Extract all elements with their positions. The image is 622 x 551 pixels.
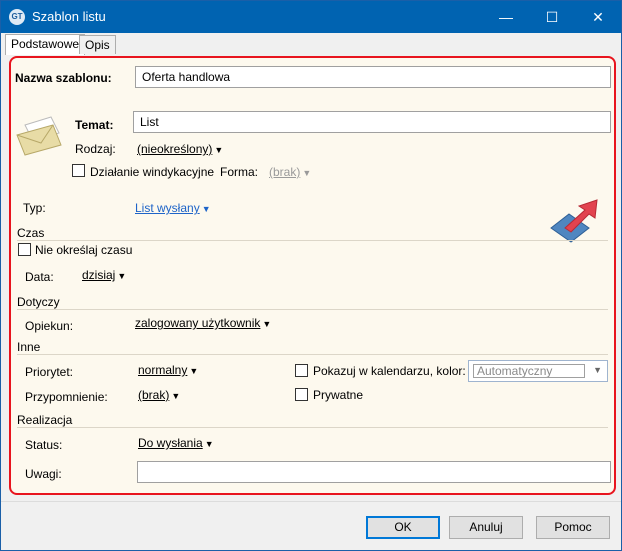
rodzaj-value: (nieokreślony) [137,142,213,156]
dialog-window: GT Szablon listu — ☐ ✕ Podstawowe Opis N… [0,0,622,551]
prywatne-label: Prywatne [313,388,364,402]
tab-podstawowe[interactable]: Podstawowe [5,34,86,55]
dropdown-arrow-icon: ▼ [117,271,127,281]
form-panel: Nazwa szablonu: Oferta handlowa Temat: L… [9,56,616,495]
typ-value: List wysłany [135,201,200,215]
status-label: Status: [25,438,63,452]
send-arrow-icon [550,199,598,243]
prywatne-checkbox[interactable] [295,388,308,401]
divider [17,427,608,428]
kolor-value: Automatyczny [473,364,585,378]
przypomnienie-value: (brak) [138,388,170,402]
przypomnienie-dropdown[interactable]: (brak) ▼ [138,388,180,402]
priorytet-value: normalny [138,363,188,377]
data-label: Data: [25,270,54,284]
priorytet-label: Priorytet: [25,365,74,379]
uwagi-input[interactable] [137,461,611,483]
inne-section-label: Inne [17,340,41,354]
typ-dropdown[interactable]: List wysłany ▼ [135,201,211,215]
dropdown-arrow-icon: ▼ [189,366,199,376]
rodzaj-dropdown[interactable]: (nieokreślony) ▼ [137,142,223,156]
nie-okreslaj-checkbox[interactable] [18,243,31,256]
data-value: dzisiaj [82,268,116,282]
status-value: Do wysłania [138,436,203,450]
kolor-select[interactable]: Automatyczny ▼ [468,360,608,382]
typ-label: Typ: [23,201,46,215]
maximize-button[interactable]: ☐ [529,1,575,33]
forma-label: Forma: [220,165,259,179]
divider [17,354,608,355]
nie-okreslaj-label: Nie określaj czasu [35,243,133,257]
close-button[interactable]: ✕ [575,1,621,33]
divider [1,501,621,502]
dropdown-arrow-icon: ▼ [204,439,214,449]
cancel-button[interactable]: Anuluj [449,516,523,539]
realizacja-section-label: Realizacja [17,413,73,427]
priorytet-dropdown[interactable]: normalny ▼ [138,363,198,377]
tab-opis[interactable]: Opis [79,35,116,54]
divider [17,309,608,310]
data-dropdown[interactable]: dzisiaj ▼ [82,268,126,282]
dotyczy-section-label: Dotyczy [17,295,60,309]
temat-label: Temat: [75,118,114,132]
chevron-down-icon: ▼ [593,365,602,375]
opiekun-label: Opiekun: [25,319,74,333]
windykacja-label: Działanie windykacyjne [90,165,215,179]
help-button[interactable]: Pomoc [536,516,610,539]
czas-section-label: Czas [17,226,45,240]
windykacja-checkbox[interactable] [72,164,85,177]
temat-input[interactable]: List [133,111,611,133]
nazwa-label: Nazwa szablonu: [15,71,112,85]
envelope-icon [16,116,62,156]
uwagi-label: Uwagi: [25,467,62,481]
dropdown-arrow-icon: ▼ [201,204,211,214]
kalendarz-checkbox[interactable] [295,364,308,377]
title-bar: GT Szablon listu — ☐ ✕ [1,1,621,33]
window-title: Szablon listu [32,9,106,24]
przypomnienie-label: Przypomnienie: [25,390,108,404]
opiekun-value: zalogowany użytkownik [135,316,261,330]
dropdown-arrow-icon: ▼ [214,145,224,155]
ok-button[interactable]: OK [366,516,440,539]
minimize-button[interactable]: — [483,1,529,33]
divider [17,240,608,241]
forma-dropdown[interactable]: (brak) ▼ [269,165,311,179]
rodzaj-label: Rodzaj: [75,142,116,156]
app-logo-icon: GT [9,9,25,25]
kalendarz-label: Pokazuj w kalendarzu, kolor: [313,364,466,378]
forma-value: (brak) [269,165,301,179]
dropdown-arrow-icon: ▼ [171,391,181,401]
status-dropdown[interactable]: Do wysłania ▼ [138,436,214,450]
opiekun-dropdown[interactable]: zalogowany użytkownik ▼ [135,316,271,330]
dropdown-arrow-icon: ▼ [262,319,272,329]
nazwa-input[interactable]: Oferta handlowa [135,66,611,88]
dropdown-arrow-icon: ▼ [302,168,312,178]
